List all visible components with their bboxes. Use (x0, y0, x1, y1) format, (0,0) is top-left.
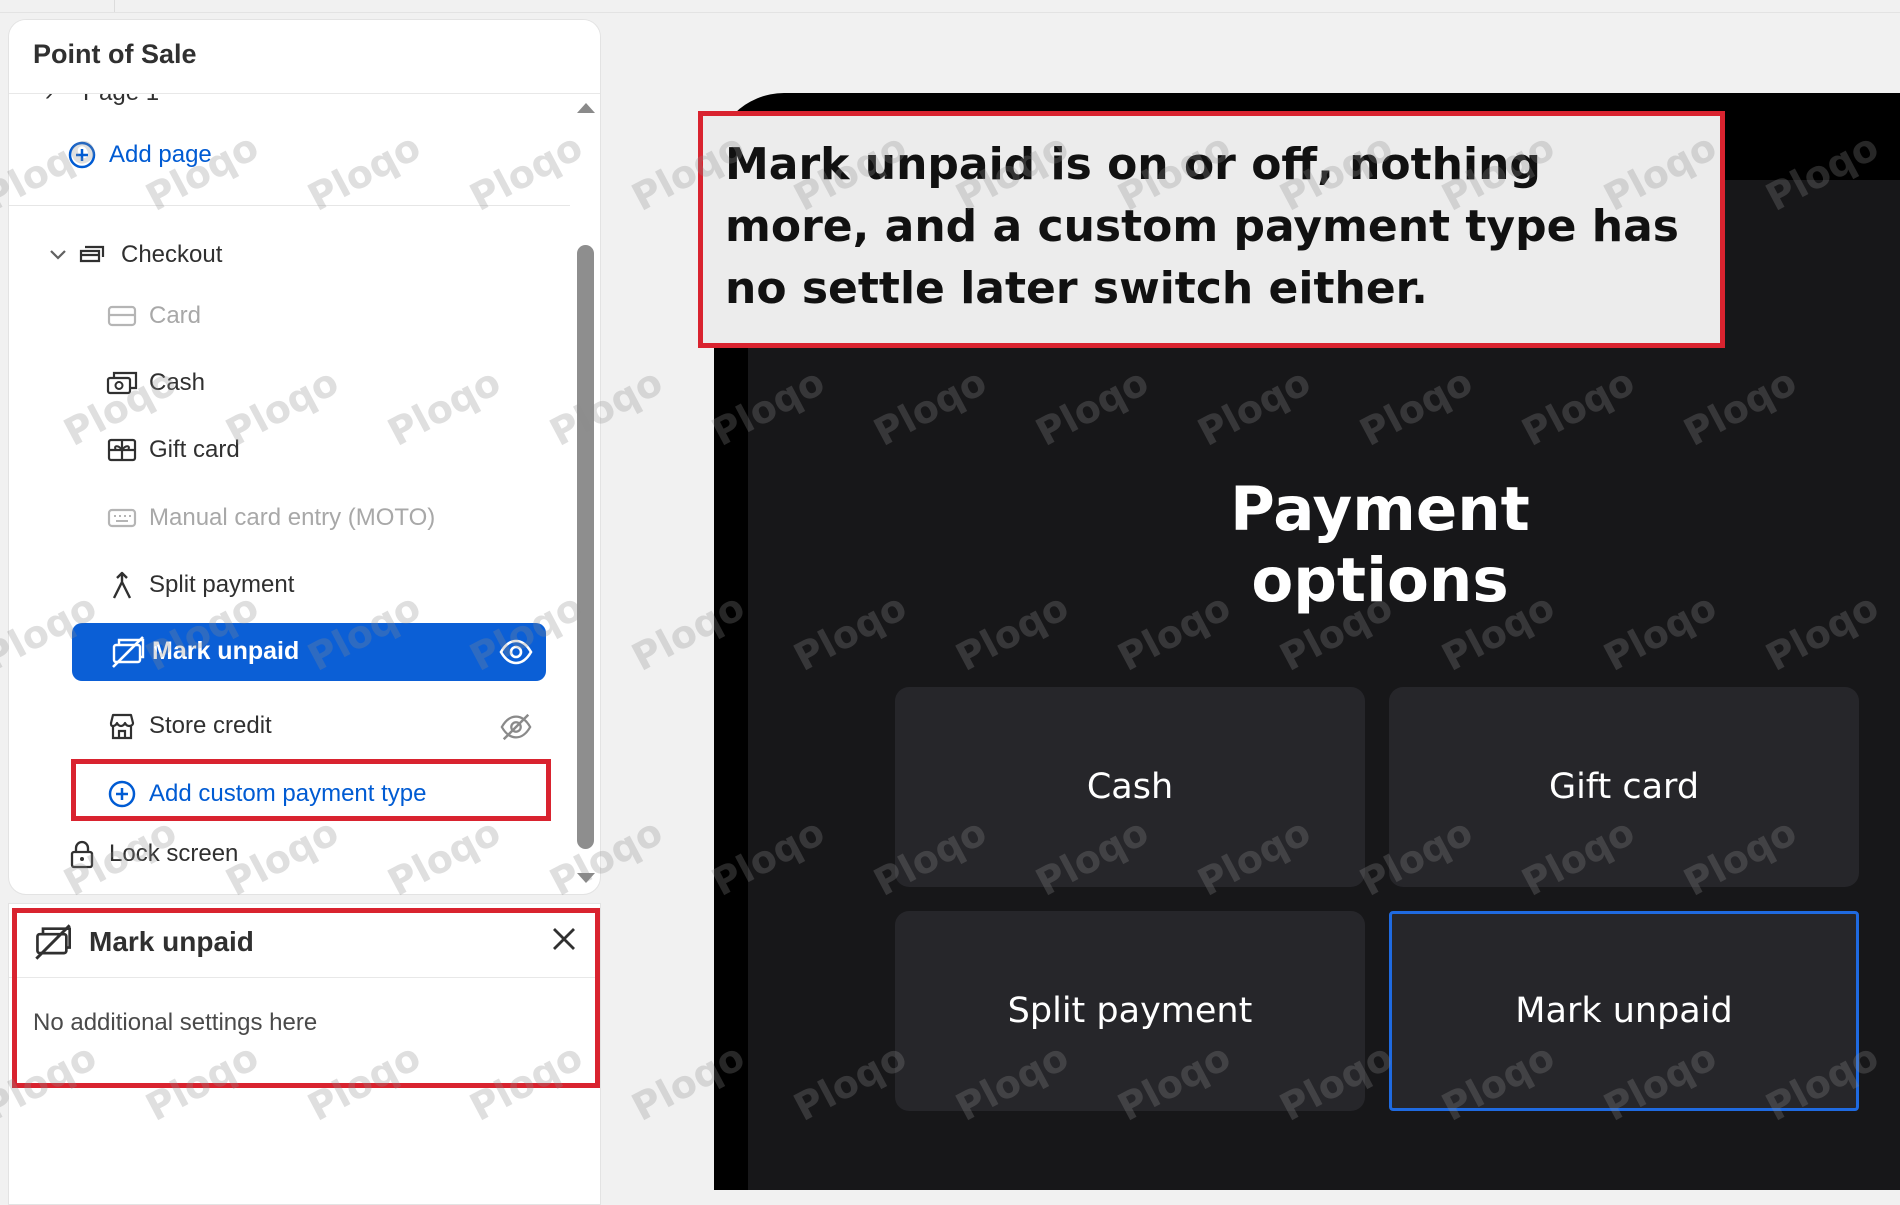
annotation-highlight-box-detail (12, 908, 600, 1088)
tile-cash[interactable]: Cash (895, 687, 1365, 887)
lock-screen-item[interactable]: Lock screen (65, 837, 238, 871)
nav-item-card-label: Card (149, 302, 202, 329)
tile-mark-unpaid-label: Mark unpaid (1515, 991, 1733, 1031)
top-bar (0, 0, 1900, 13)
eye-off-icon[interactable] (499, 710, 535, 746)
split-icon (105, 568, 139, 602)
pos-navigation-panel: Point of Sale › Page 1 Add page Checkout… (8, 19, 601, 895)
nav-item-cash[interactable]: Cash (105, 366, 205, 400)
page-1-label: Page 1 (83, 93, 159, 107)
nav-item-store-credit[interactable]: Store credit (105, 709, 272, 743)
page-1-row-clipped[interactable]: › Page 1 (45, 93, 245, 107)
annotation-callout: Mark unpaid is on or off, nothing more, … (698, 111, 1725, 348)
nav-item-mark-unpaid-label: Mark unpaid (152, 637, 300, 665)
nav-item-cash-label: Cash (149, 369, 206, 396)
money-off-icon (110, 634, 146, 670)
panel-title: Point of Sale (33, 39, 197, 69)
scroll-down-arrow[interactable] (577, 873, 595, 883)
panel-header: Point of Sale (9, 20, 600, 94)
nav-item-mark-unpaid[interactable]: Mark unpaid (72, 623, 546, 681)
scroll-up-arrow[interactable] (577, 103, 595, 113)
keyboard-icon (105, 501, 139, 535)
top-bar-divider (114, 0, 115, 12)
nav-item-store-credit-label: Store credit (149, 712, 272, 739)
nav-item-gift-card[interactable]: Gift card (105, 433, 240, 467)
checkout-label: Checkout (121, 241, 223, 268)
add-page-label: Add page (109, 141, 212, 168)
checkout-icon (77, 238, 111, 272)
lock-screen-label: Lock screen (109, 840, 239, 867)
tile-cash-label: Cash (1086, 767, 1174, 807)
cash-icon (105, 366, 139, 400)
add-page-link[interactable]: Add page (65, 138, 212, 172)
store-icon (105, 709, 139, 743)
nav-item-card[interactable]: Card (105, 299, 201, 333)
nav-item-manual-card-entry-label: Manual card entry (MOTO) (149, 504, 436, 531)
credit-card-icon (105, 299, 139, 333)
chevron-right-icon: › (45, 93, 53, 107)
checkout-section[interactable]: Checkout (45, 238, 222, 272)
tile-split-payment[interactable]: Split payment (895, 911, 1365, 1111)
annotation-highlight-box (71, 759, 551, 821)
nav-item-gift-card-label: Gift card (149, 436, 240, 463)
plus-circle-icon (65, 138, 99, 172)
chevron-down-icon (45, 238, 71, 272)
nav-item-split-payment-label: Split payment (149, 571, 295, 598)
tile-mark-unpaid[interactable]: Mark unpaid (1389, 911, 1859, 1111)
tile-gift-card[interactable]: Gift card (1389, 687, 1859, 887)
payment-options-title: Payment options (1230, 474, 1530, 616)
nav-item-manual-card-entry[interactable]: Manual card entry (MOTO) (105, 501, 435, 535)
eye-icon[interactable] (498, 634, 534, 670)
gift-card-icon (105, 433, 139, 467)
divider (9, 205, 570, 206)
tile-split-payment-label: Split payment (1007, 991, 1253, 1031)
lock-icon (65, 837, 99, 871)
tile-gift-card-label: Gift card (1548, 767, 1700, 807)
nav-item-split-payment[interactable]: Split payment (105, 568, 294, 602)
scrollbar-thumb[interactable] (577, 245, 594, 849)
